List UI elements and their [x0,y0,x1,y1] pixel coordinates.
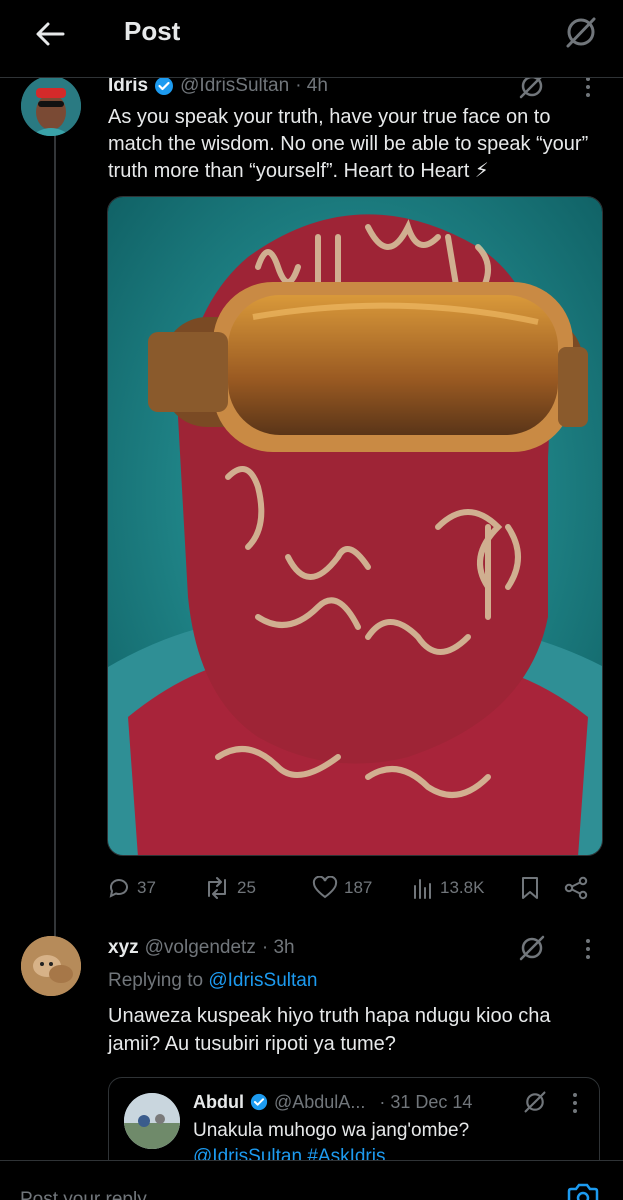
avatar-photo [124,1093,180,1149]
verified-badge-icon [250,1093,268,1111]
like-button[interactable]: 187 [312,870,372,906]
camera-button[interactable] [565,1183,601,1200]
avatar-photo [21,76,81,136]
repost-count: 25 [237,878,256,897]
replying-to: Replying to @IdrisSultan [108,970,317,992]
views-button[interactable]: 13.8K [412,870,484,906]
thread-connector-line [54,130,56,940]
nested-author-handle[interactable]: @AbdulA... [274,1092,365,1113]
post-image[interactable] [107,196,603,856]
reply-count: 37 [137,878,156,897]
replying-prefix: Replying to [108,970,204,991]
grok-icon [524,1091,546,1113]
masked-figure-image [108,197,602,855]
reply-author-handle[interactable]: @volgendetz [145,937,256,959]
author-handle[interactable]: @IdrisSultan [180,75,289,97]
post-time: · 4h [295,75,328,96]
verified-badge-icon [155,77,174,95]
post-actions: 37 25 187 13.8K [107,870,597,906]
reply-composer: Post your reply [0,1160,623,1200]
post-text: As you speak your truth, have your true … [108,106,589,182]
grok-button[interactable] [561,12,601,52]
more-icon [573,1093,577,1097]
author-avatar[interactable] [21,76,81,136]
nested-author-avatar[interactable] [124,1093,180,1149]
replying-to-link[interactable]: @IdrisSultan [208,970,317,991]
back-arrow-icon [36,22,65,46]
grok-icon [566,17,596,48]
repost-icon [208,877,226,899]
views-count: 13.8K [440,878,485,897]
bookmark-button[interactable] [519,870,541,906]
views-icon [414,879,431,899]
nested-grok-button[interactable] [523,1090,547,1119]
reply-author-avatar[interactable] [21,936,81,996]
nested-reply-text: Unakula muhogo wa jang'ombe? [193,1120,470,1141]
camera-icon [567,1183,599,1200]
like-icon [312,876,338,899]
reply-button[interactable]: 37 [107,870,156,906]
nested-reply-date: · 31 Dec 14 [379,1091,473,1112]
reply-grok-button[interactable] [518,934,546,967]
share-icon [564,876,588,900]
nested-reply-meta: Abdul @AbdulA... · 31 Dec 14 [193,1090,472,1114]
reply-more-button[interactable] [578,934,598,964]
reply-author-name[interactable]: xyz [108,937,139,959]
reply-input[interactable]: Post your reply [20,1189,147,1200]
grok-icon [519,935,545,961]
like-count: 187 [344,878,373,897]
nested-more-button[interactable] [565,1088,585,1118]
avatar-photo [21,936,81,996]
repost-button[interactable]: 25 [203,870,256,906]
reply-text: Unaweza kuspeak hiyo truth hapa ndugu ki… [108,1005,551,1055]
reply-icon [109,879,128,898]
reply-time: · 3h [261,937,295,958]
bookmark-icon [522,877,538,899]
author-name[interactable]: Idris [108,75,148,97]
reply-meta: xyz @volgendetz · 3h [108,935,295,961]
top-bar: Post [0,0,623,78]
nested-author-name[interactable]: Abdul [193,1092,244,1113]
share-button[interactable] [563,870,589,906]
back-button[interactable] [30,14,70,54]
more-icon [586,939,590,943]
page-title: Post [124,16,181,46]
